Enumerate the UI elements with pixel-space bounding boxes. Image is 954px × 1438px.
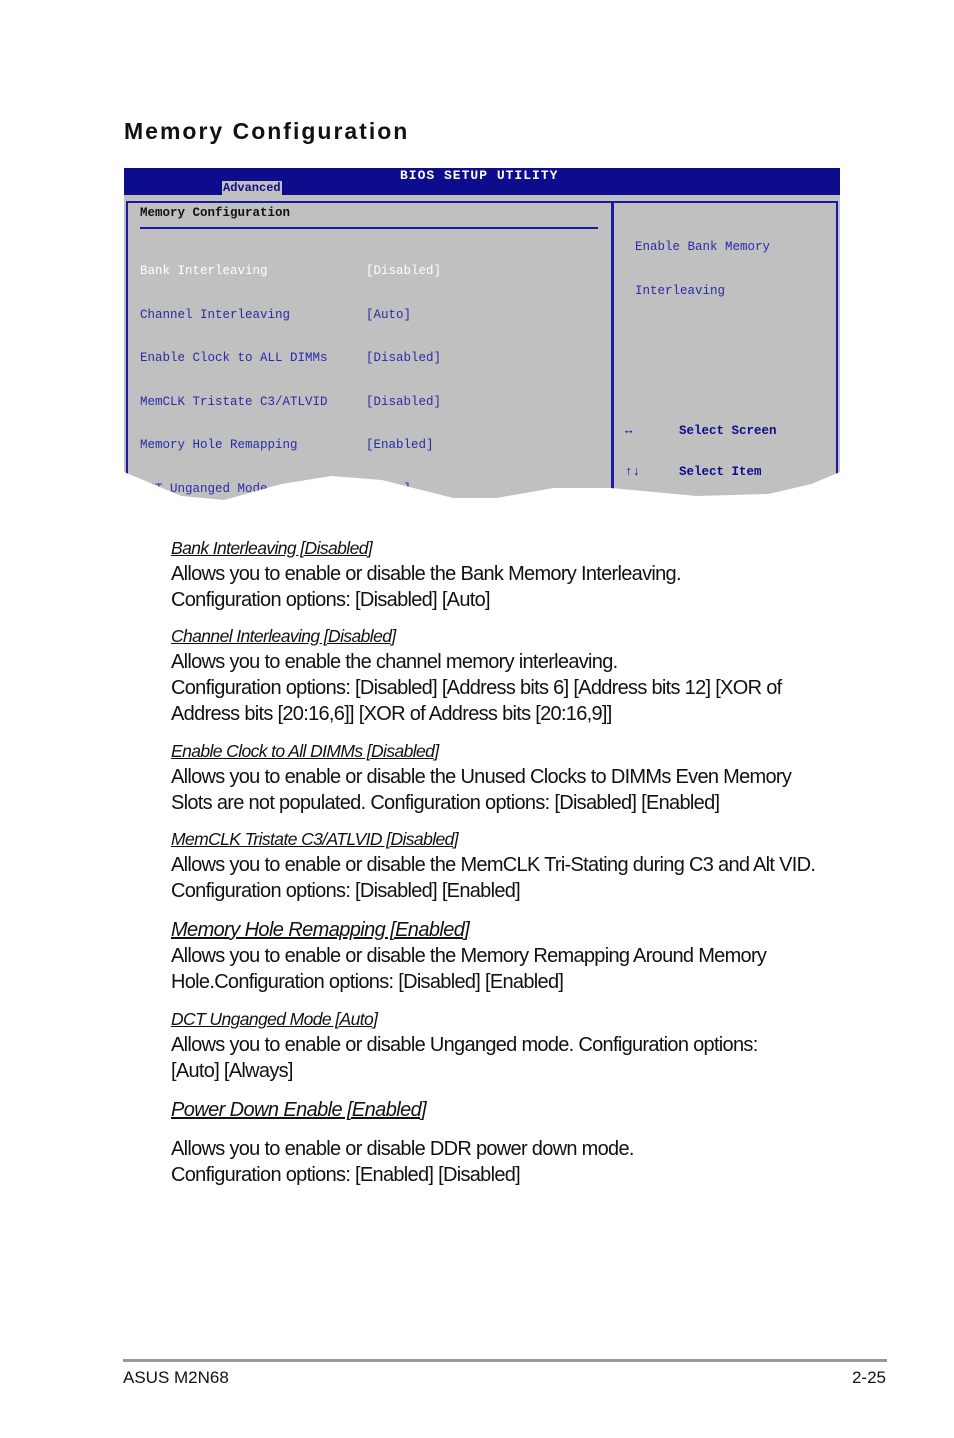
value-memclk-tristate[interactable]: [Disabled] bbox=[366, 395, 441, 410]
key-desc: Save and Exit bbox=[679, 586, 777, 600]
page-title: Memory Configuration bbox=[124, 118, 410, 144]
footer-divider bbox=[123, 1359, 887, 1362]
manual-page: Memory Configuration BIOS SETUP UTILITY … bbox=[0, 0, 954, 1438]
section-heading: Power Down Enable [Enabled] bbox=[171, 1099, 427, 1121]
section-memory-hole: Memory Hole Remapping [Enabled] Allows y… bbox=[171, 917, 767, 995]
section-text: [Auto] [Always] bbox=[171, 1060, 293, 1082]
divider bbox=[140, 227, 598, 229]
footer-product: ASUS M2N68 bbox=[123, 1368, 229, 1387]
section-enable-clock: Enable Clock to All DIMMs [Disabled] All… bbox=[171, 738, 792, 816]
help-line: Enable Bank Memory bbox=[635, 240, 771, 254]
setting-channel-interleaving[interactable]: Channel Interleaving bbox=[140, 308, 328, 323]
section-bank-interleaving: Bank Interleaving [Disabled] Allows you … bbox=[171, 535, 682, 613]
value-enable-clock[interactable]: [Disabled] bbox=[366, 351, 441, 366]
section-heading: Memory Hole Remapping [Enabled] bbox=[171, 919, 470, 941]
section-heading: Enable Clock to All DIMMs [Disabled] bbox=[171, 741, 439, 761]
section-text: Configuration options: [Disabled] [Addre… bbox=[171, 677, 782, 699]
setting-memclk-tristate[interactable]: MemCLK Tristate C3/ATLVID bbox=[140, 395, 328, 410]
section-memclk-tristate: MemCLK Tristate C3/ATLVID [Disabled] All… bbox=[171, 826, 816, 904]
setting-values: [Disabled] [Auto] [Disabled] [Disabled] … bbox=[366, 235, 441, 500]
section-text: Allows you to enable or disable Unganged… bbox=[171, 1034, 758, 1056]
setting-memory-hole[interactable]: Memory Hole Remapping bbox=[140, 438, 328, 453]
section-text: Allows you to enable or disable the Unus… bbox=[171, 766, 792, 788]
help-line: Interleaving bbox=[635, 283, 726, 298]
section-text: Configuration options: [Enabled] [Disabl… bbox=[171, 1164, 521, 1186]
setting-dct-unganged[interactable]: DCT Unganged Mode bbox=[140, 482, 328, 497]
section-text: Allows you to enable or disable the Bank… bbox=[171, 563, 682, 585]
section-heading: MemCLK Tristate C3/ATLVID [Disabled] bbox=[171, 829, 459, 849]
section-text: Allows you to enable or disable the Memo… bbox=[171, 945, 767, 967]
setting-labels: Bank Interleaving Channel Interleaving E… bbox=[140, 235, 328, 500]
section-text: Allows you to enable or disable DDR powe… bbox=[171, 1138, 634, 1160]
bios-screenshot: BIOS SETUP UTILITY Advanced Memory Confi… bbox=[124, 168, 840, 500]
value-channel-interleaving[interactable]: [Auto] bbox=[366, 308, 441, 323]
bios-header: BIOS SETUP UTILITY Advanced bbox=[124, 168, 840, 195]
section-text: Slots are not populated. Configuration o… bbox=[171, 792, 720, 814]
bios-body: Memory Configuration Bank Interleaving C… bbox=[124, 195, 840, 500]
section-title: Memory Configuration bbox=[140, 206, 291, 220]
key-desc: Select Item bbox=[679, 464, 762, 479]
section-heading: Bank Interleaving [Disabled] bbox=[171, 538, 373, 558]
key-arrows-lr: ↔ bbox=[625, 424, 633, 438]
key-desc: Select Screen bbox=[679, 424, 777, 438]
bios-title: BIOS SETUP UTILITY bbox=[400, 168, 559, 183]
value-dct-unganged[interactable]: [Auto] bbox=[366, 482, 441, 497]
section-text: Allows you to enable the channel memory … bbox=[171, 651, 618, 673]
section-text: Configuration options: [Disabled] [Auto] bbox=[171, 589, 491, 611]
section-text: Configuration options: [Disabled] [Enabl… bbox=[171, 880, 521, 902]
section-channel-interleaving: Channel Interleaving [Disabled] Allows y… bbox=[171, 623, 782, 727]
key-plus-minus: +- bbox=[625, 505, 641, 519]
section-text: Hole.Configuration options: [Disabled] [… bbox=[171, 971, 564, 993]
value-bank-interleaving[interactable]: [Disabled] bbox=[366, 264, 441, 279]
footer-page-number: 2-25 bbox=[851, 1368, 886, 1387]
setting-bank-interleaving[interactable]: Bank Interleaving bbox=[140, 264, 328, 279]
tab-advanced[interactable]: Advanced bbox=[222, 181, 282, 195]
help-text: Enable Bank Memory Interleaving bbox=[635, 211, 770, 327]
section-heading: DCT Unganged Mode [Auto] bbox=[171, 1009, 378, 1029]
section-dct-unganged: DCT Unganged Mode [Auto] Allows you to e… bbox=[171, 1006, 758, 1084]
key-desc: General Help bbox=[679, 545, 770, 560]
section-text: Address bits [20:16,6]] [XOR of Address … bbox=[171, 703, 612, 725]
section-text: Allows you to enable or disable the MemC… bbox=[171, 854, 816, 876]
setting-enable-clock[interactable]: Enable Clock to ALL DIMMs bbox=[140, 351, 328, 366]
key-desc: Change Option bbox=[679, 505, 777, 519]
value-memory-hole[interactable]: [Enabled] bbox=[366, 438, 441, 453]
key-arrows-ud: ↑↓ bbox=[625, 464, 641, 479]
section-heading: Channel Interleaving [Disabled] bbox=[171, 626, 396, 646]
section-power-down: Power Down Enable [Enabled] Allows you t… bbox=[171, 1097, 634, 1188]
